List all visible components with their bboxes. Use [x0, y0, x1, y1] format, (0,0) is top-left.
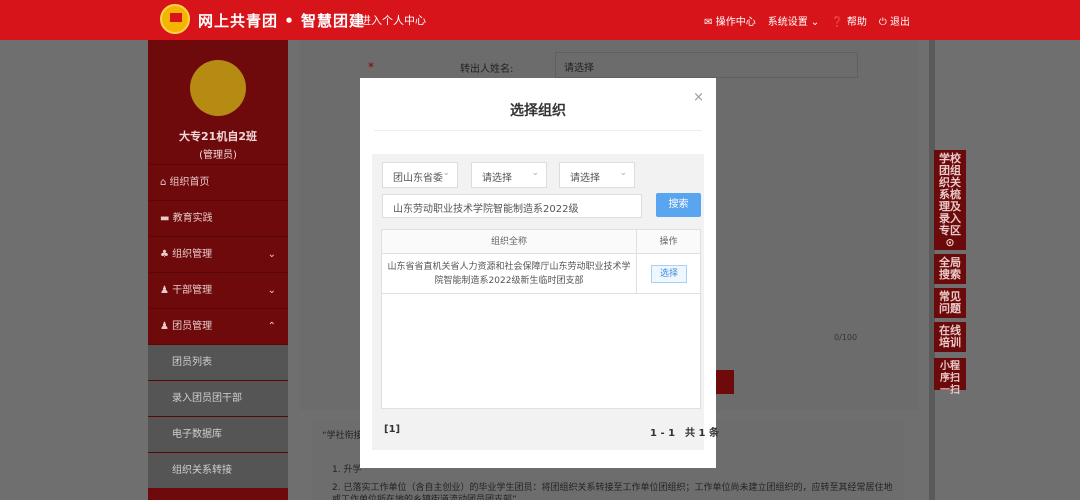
city-select[interactable]: 请选择 ⌄ [471, 162, 547, 188]
close-icon[interactable]: × [693, 90, 704, 105]
pagination-summary: 1 - 1 共 1 条 [650, 428, 719, 439]
operation-center-link[interactable]: ✉ 操作中心 [704, 13, 756, 28]
pagination-pages[interactable]: [1] [384, 424, 400, 435]
select-org-button[interactable]: 选择 [651, 265, 687, 283]
notice-title: “学社衔接 [322, 431, 363, 441]
chevron-down-icon: ⌄ [531, 168, 539, 178]
site-title: 网上共青团 • 智慧团建 [198, 12, 366, 30]
dialog-title: 选择组织 [510, 103, 566, 119]
users-icon: ♟ [160, 285, 173, 296]
chevron-down-icon: ⌄ [619, 168, 627, 178]
sidebar-subitem-add-member[interactable]: 录入团员团干部 [148, 380, 288, 416]
personal-center-link[interactable]: 进入个人中心 [360, 12, 426, 28]
sidebar-item-org-management[interactable]: ♣ 组织管理 ⌄ [148, 236, 288, 272]
column-header-action: 操作 [636, 230, 700, 254]
system-settings-menu[interactable]: 系统设置 ⌄ [768, 13, 820, 28]
province-select[interactable]: 团山东省委 ⌄ [382, 162, 458, 188]
submit-button[interactable] [716, 370, 734, 394]
org-search-input[interactable]: 山东劳动职业技术学院智能制造系2022级 [382, 194, 642, 218]
chevron-down-icon: ⌄ [267, 249, 276, 260]
sidebar-subitem-org-transfer[interactable]: 组织关系转接 [148, 452, 288, 488]
faq-button[interactable]: 常见问题 [934, 288, 966, 318]
notice-line-1: 1. 升学 [332, 465, 362, 475]
org-class-name: 大专21机自2班 [179, 130, 257, 143]
table-cell-action: 选择 [636, 254, 700, 294]
user-role: (管理员) [199, 150, 237, 161]
sidebar-item-education[interactable]: ▬ 教育实践 [148, 200, 288, 236]
select-org-dialog: 选择组织 × 团山东省委 ⌄ 请选择 ⌄ 请选择 ⌄ 山东劳动职业技术学院智能制… [360, 78, 719, 468]
sidebar-subitem-e-database[interactable]: 电子数据库 [148, 416, 288, 452]
required-mark: * [368, 60, 374, 74]
header-nav: ✉ 操作中心 系统设置 ⌄ ❓ 帮助 ⏻ 退出 [704, 13, 910, 28]
sidebar-item-home[interactable]: ⌂ 组织首页 [148, 164, 288, 200]
sidebar-subitem-member-list[interactable]: 团员列表 [148, 344, 288, 380]
mini-program-button[interactable]: 小程序扫一扫 [934, 358, 966, 396]
search-button[interactable]: 搜索 [656, 193, 701, 217]
district-select[interactable]: 请选择 ⌄ [559, 162, 635, 188]
org-icon: ♣ [160, 249, 173, 260]
top-header: 网上共青团 • 智慧团建 进入个人中心 ✉ 操作中心 系统设置 ⌄ ❓ 帮助 ⏻… [0, 0, 1080, 40]
org-avatar [190, 60, 246, 116]
org-results-table: 组织全称 操作 山东省省直机关省人力资源和社会保障厅山东劳动职业技术学院智能制造… [381, 229, 701, 409]
logout-link[interactable]: ⏻ 退出 [879, 13, 910, 28]
transfer-name-select[interactable]: 请选择 [555, 52, 858, 78]
table-cell-org-name: 山东省省直机关省人力资源和社会保障厅山东劳动职业技术学院智能制造系2022级新生… [382, 254, 636, 294]
global-search-button[interactable]: 全局搜索 [934, 254, 966, 284]
chevron-down-icon: ⌄ [442, 168, 450, 178]
users-icon: ♟ [160, 321, 173, 332]
transfer-name-label: 转出人姓名: [460, 64, 514, 75]
help-link[interactable]: ❓ 帮助 [831, 13, 867, 28]
home-icon: ⌂ [160, 177, 170, 188]
youth-league-logo [160, 4, 190, 34]
chevron-down-icon: ⌄ [267, 285, 276, 296]
sidebar-item-cadre-management[interactable]: ♟ 干部管理 ⌄ [148, 272, 288, 308]
left-sidebar: 大专21机自2班 (管理员) ⌂ 组织首页 ▬ 教育实践 ♣ 组织管理 ⌄ ♟ … [148, 40, 288, 500]
notice-line-2b: 或工作单位所在地的乡镇街道流动团员团支部” [332, 495, 517, 500]
sidebar-item-member-management[interactable]: ♟ 团员管理 ⌃ [148, 308, 288, 344]
folder-icon: ▬ [160, 213, 173, 224]
chevron-up-icon: ⌃ [267, 321, 276, 332]
special-zone-button[interactable]: 学校团组织关系梳理及录入专区 ⊙ [934, 150, 966, 250]
column-header-org-name: 组织全称 [382, 230, 636, 254]
dialog-divider [374, 130, 702, 131]
char-counter: 0/100 [834, 333, 858, 342]
online-training-button[interactable]: 在线培训 [934, 322, 966, 352]
